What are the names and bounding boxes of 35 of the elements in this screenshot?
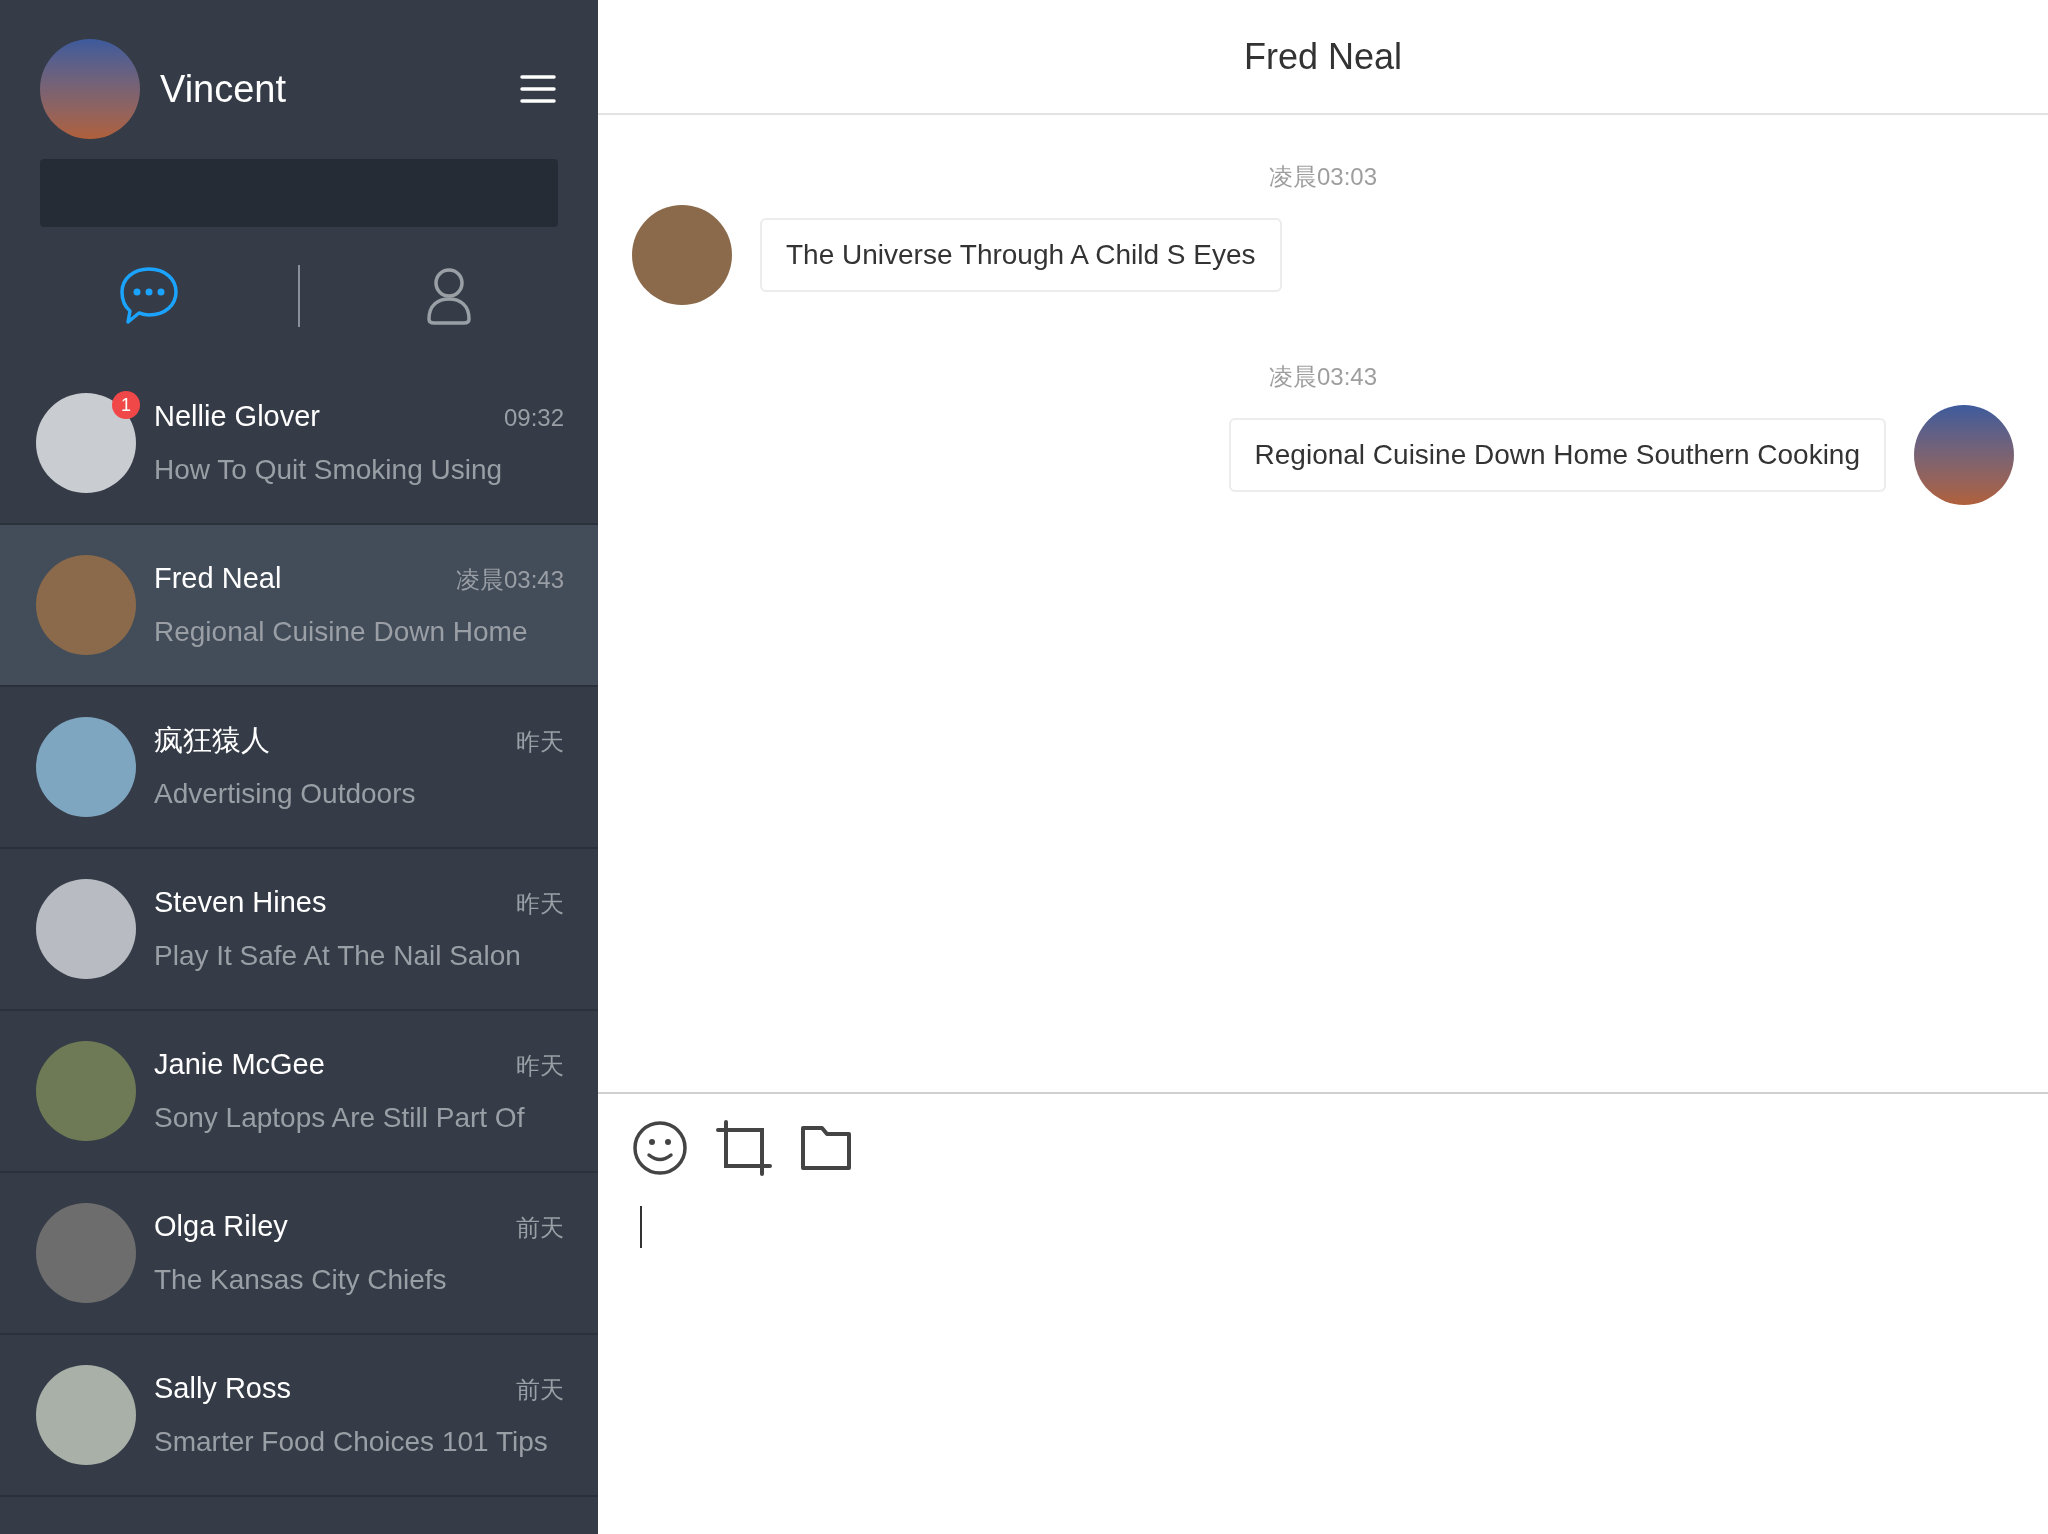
message-preview: How To Quit Smoking Using <box>154 452 504 487</box>
message-time: 09:32 <box>503 403 564 434</box>
message-preview: Advertising Outdoors <box>154 776 417 811</box>
message-time: 凌晨03:43 <box>455 565 564 596</box>
message-bubble: Regional Cuisine Down Home Southern Cooking <box>1228 418 1886 492</box>
timestamp: 凌晨03:03 <box>1268 162 1378 192</box>
contact-name: Nellie Glover <box>154 399 320 435</box>
emoji-icon[interactable] <box>632 1120 688 1176</box>
menu-icon[interactable] <box>520 74 556 104</box>
contact-name: Olga Riley <box>154 1209 288 1245</box>
crop-icon[interactable] <box>716 1120 772 1176</box>
contact-name: Steven Hines <box>154 885 327 921</box>
message-preview: Sony Laptops Are Still Part Of <box>154 1100 526 1135</box>
message-time: 前天 <box>516 1375 564 1406</box>
message-preview: Play It Safe At The Nail Salon <box>154 938 522 973</box>
conversation-item[interactable]: Fred Neal 凌晨03:43 Regional Cuisine Down Home <box>0 525 598 687</box>
user-name: Vincent <box>160 66 287 112</box>
contact-name: 疯狂猿人 <box>154 723 270 759</box>
message-preview: Regional Cuisine Down Home <box>154 614 529 649</box>
message-preview: Smarter Food Choices 101 Tips <box>154 1424 549 1459</box>
message-preview: The Kansas City Chiefs <box>154 1262 448 1297</box>
message-time: 昨天 <box>516 727 564 758</box>
message-time: 前天 <box>516 1213 564 1244</box>
folder-icon[interactable] <box>800 1125 852 1171</box>
message-time: 昨天 <box>516 1051 564 1082</box>
contact-name: Sally Ross <box>154 1371 291 1407</box>
chat-title: Fred Neal <box>1243 34 1403 79</box>
message-time: 昨天 <box>516 889 564 920</box>
person-icon[interactable] <box>426 267 472 325</box>
unread-badge: 1 <box>112 391 140 419</box>
contact-name: Fred Neal <box>154 561 282 597</box>
chat-bubble-icon[interactable] <box>118 265 180 327</box>
timestamp: 凌晨03:43 <box>1268 362 1378 392</box>
message-bubble: The Universe Through A Child S Eyes <box>760 218 1282 292</box>
contact-name: Janie McGee <box>154 1047 325 1083</box>
